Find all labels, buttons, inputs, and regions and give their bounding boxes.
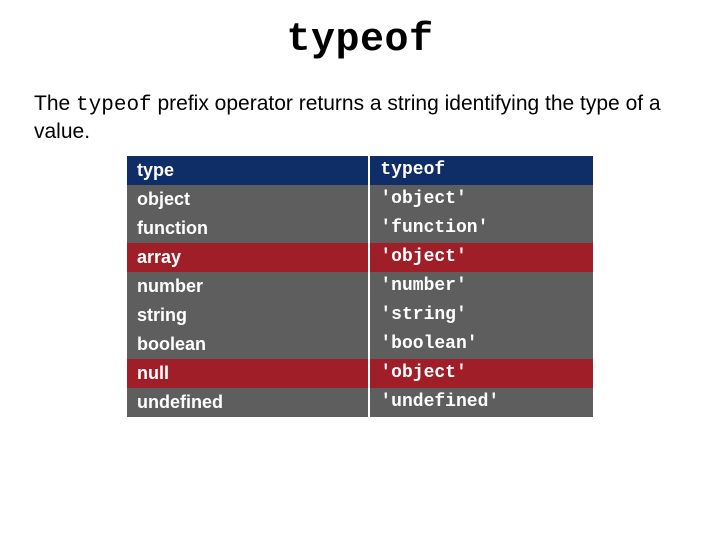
cell-type: string <box>126 301 369 330</box>
table-row: function'function' <box>126 214 594 243</box>
table-row: null'object' <box>126 359 594 388</box>
cell-typeof: 'object' <box>369 359 594 388</box>
cell-typeof: 'function' <box>369 214 594 243</box>
cell-type: undefined <box>126 388 369 417</box>
cell-typeof: 'string' <box>369 301 594 330</box>
slide-title: typeof <box>0 18 720 63</box>
col-typeof: typeof <box>369 156 594 185</box>
desc-code: typeof <box>76 94 152 117</box>
table-header-row: type typeof <box>126 156 594 185</box>
cell-typeof: 'undefined' <box>369 388 594 417</box>
cell-type: boolean <box>126 330 369 359</box>
cell-type: array <box>126 243 369 272</box>
desc-pre: The <box>34 92 76 115</box>
col-type: type <box>126 156 369 185</box>
description: The typeof prefix operator returns a str… <box>34 91 686 146</box>
cell-type: function <box>126 214 369 243</box>
cell-typeof: 'object' <box>369 185 594 214</box>
table-row: undefined'undefined' <box>126 388 594 417</box>
table-row: number'number' <box>126 272 594 301</box>
cell-typeof: 'boolean' <box>369 330 594 359</box>
typeof-table: type typeof object'object'function'funct… <box>125 156 595 417</box>
cell-typeof: 'number' <box>369 272 594 301</box>
table-row: boolean'boolean' <box>126 330 594 359</box>
cell-type: number <box>126 272 369 301</box>
table-row: string'string' <box>126 301 594 330</box>
table-row: object'object' <box>126 185 594 214</box>
cell-typeof: 'object' <box>369 243 594 272</box>
cell-type: null <box>126 359 369 388</box>
table-row: array'object' <box>126 243 594 272</box>
cell-type: object <box>126 185 369 214</box>
